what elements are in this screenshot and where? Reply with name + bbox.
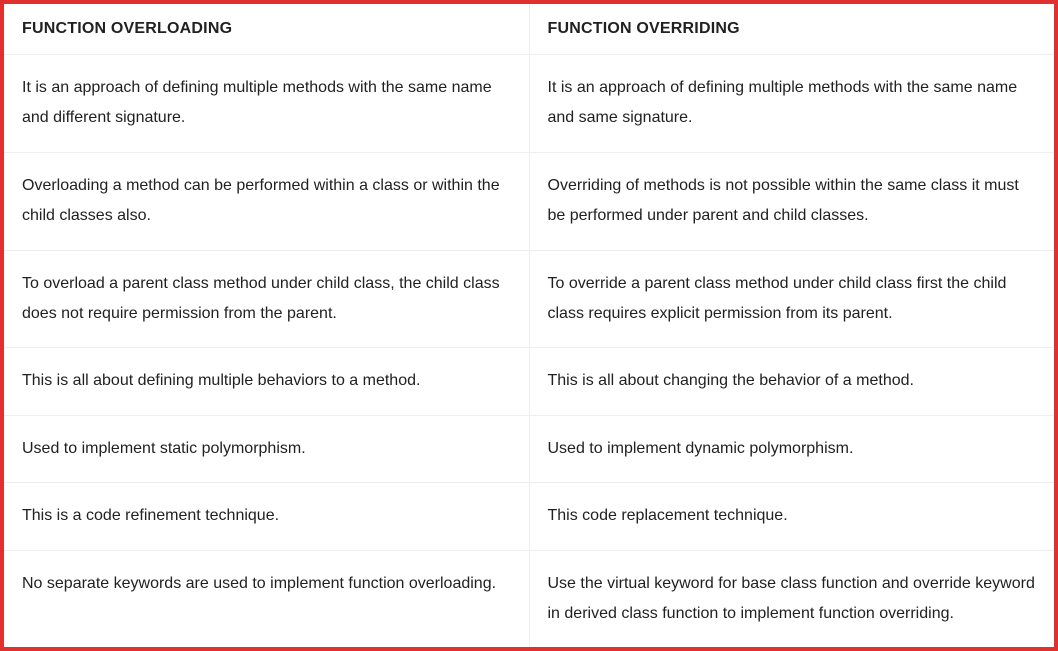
overloading-cell: To overload a parent class method under … — [4, 250, 529, 348]
overriding-cell: It is an approach of defining multiple m… — [529, 55, 1054, 153]
table-row: It is an approach of defining multiple m… — [4, 55, 1054, 153]
table-row: This is a code refinement technique. Thi… — [4, 483, 1054, 550]
table-row: Overloading a method can be performed wi… — [4, 152, 1054, 250]
overriding-cell: Use the virtual keyword for base class f… — [529, 550, 1054, 647]
table-row: This is all about defining multiple beha… — [4, 348, 1054, 415]
overriding-cell: Overriding of methods is not possible wi… — [529, 152, 1054, 250]
overriding-cell: This is all about changing the behavior … — [529, 348, 1054, 415]
overloading-cell: It is an approach of defining multiple m… — [4, 55, 529, 153]
table-row: To overload a parent class method under … — [4, 250, 1054, 348]
overriding-cell: To override a parent class method under … — [529, 250, 1054, 348]
overriding-cell: This code replacement technique. — [529, 483, 1054, 550]
overloading-cell: This is all about defining multiple beha… — [4, 348, 529, 415]
overloading-cell: This is a code refinement technique. — [4, 483, 529, 550]
overloading-cell: Overloading a method can be performed wi… — [4, 152, 529, 250]
overriding-cell: Used to implement dynamic polymorphism. — [529, 415, 1054, 482]
header-overloading: FUNCTION OVERLOADING — [4, 4, 529, 55]
table-header-row: FUNCTION OVERLOADING FUNCTION OVERRIDING — [4, 4, 1054, 55]
overloading-cell: Used to implement static polymorphism. — [4, 415, 529, 482]
table-row: Used to implement static polymorphism. U… — [4, 415, 1054, 482]
comparison-table-container: FUNCTION OVERLOADING FUNCTION OVERRIDING… — [0, 0, 1058, 651]
overloading-cell: No separate keywords are used to impleme… — [4, 550, 529, 647]
header-overriding: FUNCTION OVERRIDING — [529, 4, 1054, 55]
comparison-table: FUNCTION OVERLOADING FUNCTION OVERRIDING… — [4, 4, 1054, 647]
table-row: No separate keywords are used to impleme… — [4, 550, 1054, 647]
